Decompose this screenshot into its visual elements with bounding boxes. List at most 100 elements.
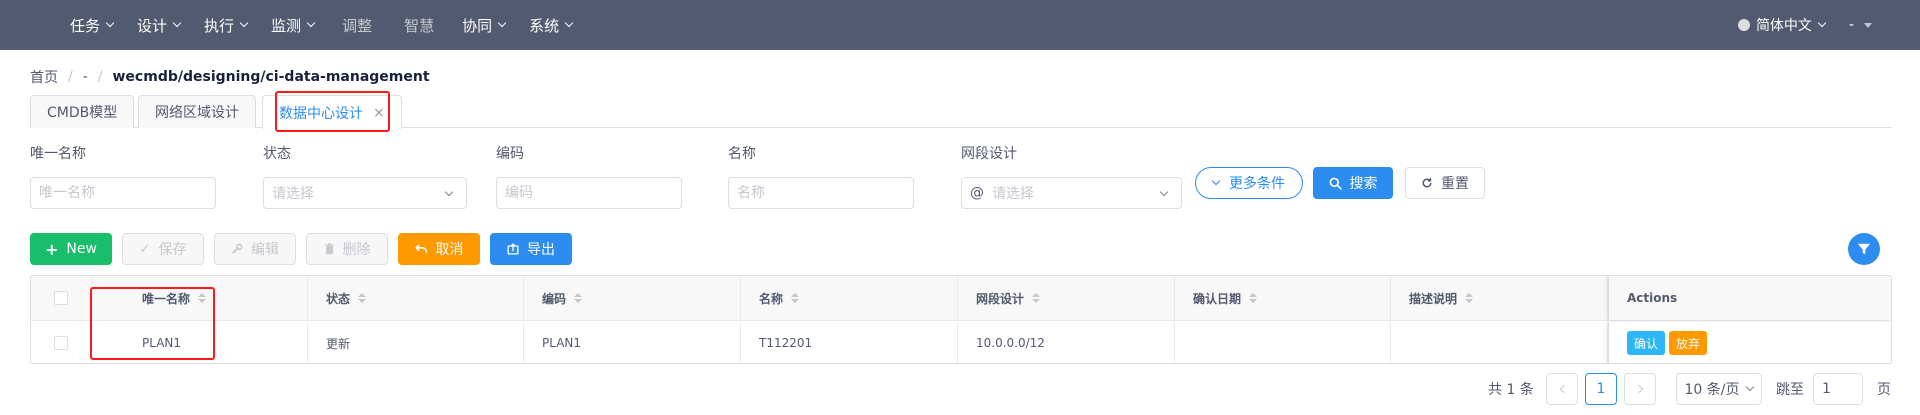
reset-button[interactable]: 重置	[1405, 167, 1485, 199]
sort-icon[interactable]	[358, 293, 367, 303]
page-size-label: 10 条/页	[1684, 382, 1740, 398]
wrench-icon	[232, 243, 243, 254]
sort-icon[interactable]	[198, 293, 207, 303]
row-checkbox[interactable]	[54, 336, 68, 350]
export-label: 导出	[527, 242, 555, 258]
table-header-row: 唯一名称 状态 编码 名称 网段设计 确认日期 描述说明 Actions	[31, 276, 1891, 321]
export-button[interactable]: 导出	[490, 233, 572, 265]
select-all-checkbox[interactable]	[54, 291, 68, 305]
page-size-select[interactable]: 10 条/页	[1676, 373, 1762, 405]
column-header-segment[interactable]: 网段设计	[958, 276, 1175, 320]
column-header-label: 编码	[542, 291, 567, 306]
column-header-status[interactable]: 状态	[308, 276, 524, 320]
filter-icon	[1857, 243, 1871, 255]
user-menu[interactable]: -	[1849, 17, 1872, 33]
table-cell: PLAN1	[92, 322, 308, 363]
nav-item-intelligence[interactable]: 智慧	[388, 0, 450, 50]
language-selector[interactable]: 简体中文	[1737, 15, 1827, 35]
nav-item-adjust[interactable]: 调整	[326, 0, 388, 50]
table-cell	[1391, 322, 1608, 363]
unique-name-input[interactable]	[30, 177, 216, 209]
delete-button[interactable]: 删除	[306, 233, 388, 265]
more-conditions-button[interactable]: 更多条件	[1195, 167, 1303, 199]
filter-label-unique-name: 唯一名称	[30, 146, 86, 162]
sort-icon[interactable]	[574, 293, 583, 303]
column-header-unique-name[interactable]: 唯一名称	[92, 276, 308, 320]
cancel-button[interactable]: 取消	[398, 233, 480, 265]
status-select-placeholder: 请选择	[272, 186, 314, 202]
column-header-code[interactable]: 编码	[524, 276, 741, 320]
tab-cmdb-model[interactable]: CMDB模型	[30, 95, 135, 128]
nav-item-label: 智慧	[404, 16, 435, 35]
chevron-down-icon	[564, 18, 574, 28]
header-select-all	[31, 276, 92, 320]
nav-item-label: 监测	[271, 16, 302, 35]
tab-network-zone-design[interactable]: 网络区域设计	[138, 95, 256, 128]
discard-button[interactable]: 放弃	[1669, 331, 1708, 355]
code-input[interactable]	[496, 177, 682, 209]
status-select[interactable]: 请选择	[263, 177, 467, 209]
edit-button[interactable]: 编辑	[214, 233, 296, 265]
user-name: -	[1848, 17, 1854, 33]
prev-page-button[interactable]	[1546, 373, 1578, 405]
page-suffix: 页	[1877, 382, 1891, 398]
nav-item-label: 调整	[342, 16, 373, 35]
tab-datacenter-design[interactable]: 数据中心设计 ×	[262, 95, 402, 129]
sort-icon[interactable]	[1465, 293, 1474, 303]
search-button[interactable]: 搜索	[1313, 167, 1393, 199]
nav-item-collaborate[interactable]: 协同	[450, 0, 517, 50]
nav-menu: 任务 设计 执行 监测 调整 智慧 协同 系统	[58, 0, 584, 50]
jump-label: 跳至	[1776, 382, 1804, 398]
nav-item-design[interactable]: 设计	[125, 0, 192, 50]
filter-label-status: 状态	[263, 146, 291, 162]
table-cell	[1175, 322, 1391, 363]
table-cell: PLAN1	[524, 322, 741, 363]
nav-item-label: 协同	[462, 16, 493, 35]
caret-down-icon	[1864, 22, 1872, 28]
nav-item-tasks[interactable]: 任务	[58, 0, 125, 50]
save-label: 保存	[158, 242, 187, 258]
sort-icon[interactable]	[791, 293, 800, 303]
chevron-left-icon	[1559, 384, 1568, 394]
sort-icon[interactable]	[1032, 293, 1041, 303]
refresh-icon	[1422, 178, 1432, 188]
nav-item-system[interactable]: 系统	[517, 0, 584, 50]
close-icon[interactable]: ×	[373, 105, 385, 121]
new-label: New	[66, 241, 97, 257]
sort-icon[interactable]	[1249, 293, 1258, 303]
language-label: 简体中文	[1755, 18, 1812, 34]
reset-label: 重置	[1441, 176, 1469, 192]
chevron-right-icon	[1634, 384, 1643, 394]
column-header-label: 描述说明	[1409, 291, 1458, 306]
page-number-button[interactable]: 1	[1585, 373, 1617, 405]
top-navigation-bar: 任务 设计 执行 监测 调整 智慧 协同 系统 简体中文 -	[0, 0, 1920, 50]
new-button[interactable]: + New	[30, 233, 112, 265]
chevron-down-icon	[306, 18, 316, 28]
segment-select[interactable]: @ 请选择	[961, 177, 1182, 209]
plus-icon: +	[45, 239, 59, 259]
edit-label: 编辑	[251, 242, 279, 258]
column-header-label: 确认日期	[1193, 291, 1242, 306]
data-table: 唯一名称 状态 编码 名称 网段设计 确认日期 描述说明 Actions PLA…	[30, 275, 1892, 364]
tab-bar: CMDB模型 网络区域设计 数据中心设计 ×	[30, 95, 1892, 129]
column-header-confirm-date[interactable]: 确认日期	[1175, 276, 1391, 320]
chevron-down-icon	[105, 18, 115, 28]
filter-label-code: 编码	[496, 146, 524, 162]
check-icon: ✓	[139, 241, 151, 257]
nav-item-execute[interactable]: 执行	[192, 0, 259, 50]
name-input[interactable]	[728, 177, 914, 209]
column-header-label: 唯一名称	[142, 291, 191, 306]
breadcrumb-home[interactable]: 首页	[30, 67, 58, 87]
table-cell: 10.0.0.0/12	[958, 322, 1175, 363]
table-row[interactable]: PLAN1 更新 PLAN1 T112201 10.0.0.0/12 确认 放弃	[31, 322, 1891, 363]
jump-page-input[interactable]	[1813, 373, 1863, 405]
filter-button[interactable]	[1848, 233, 1880, 265]
column-header-name[interactable]: 名称	[741, 276, 958, 320]
nav-item-label: 设计	[137, 16, 168, 35]
confirm-button[interactable]: 确认	[1627, 331, 1666, 355]
column-header-description[interactable]: 描述说明	[1391, 276, 1608, 320]
next-page-button[interactable]	[1624, 373, 1656, 405]
save-button[interactable]: ✓ 保存	[122, 233, 204, 265]
nav-item-label: 任务	[70, 16, 101, 35]
nav-item-monitor[interactable]: 监测	[259, 0, 326, 50]
